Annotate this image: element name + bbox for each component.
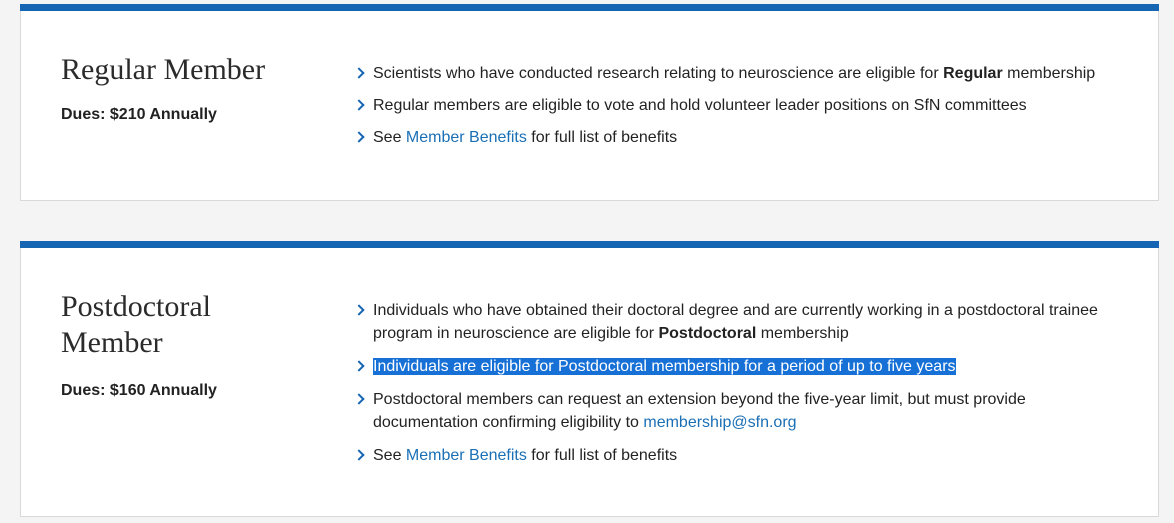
regular-member-bullets: Scientists who have conducted research r… [353, 62, 1115, 149]
membership-email-link[interactable]: membership@sfn.org [643, 414, 796, 431]
chevron-right-icon [353, 131, 365, 143]
bullet-bold-text: Postdoctoral [658, 325, 757, 342]
chevron-right-icon [353, 449, 365, 461]
list-item: See Member Benefits for full list of ben… [353, 126, 1115, 149]
title-line: Postdoctoral [61, 290, 211, 323]
postdoctoral-member-bullets: Individuals who have obtained their doct… [353, 299, 1115, 467]
list-item: Individuals who have obtained their doct… [353, 299, 1115, 345]
regular-member-title: Regular Member [61, 53, 266, 86]
chevron-right-icon [353, 99, 365, 111]
list-item: Regular members are eligible to vote and… [353, 94, 1115, 117]
postdoctoral-member-dues: Dues: $160 Annually [61, 382, 217, 399]
card-accent-bar [20, 241, 1159, 248]
list-item: See Member Benefits for full list of ben… [353, 444, 1115, 467]
list-item: Scientists who have conducted research r… [353, 62, 1115, 85]
bullet-text: membership [1002, 65, 1096, 82]
postdoctoral-member-header: Postdoctoral Member Dues: $160 Annually [61, 289, 321, 400]
bullet-text: for full list of benefits [526, 447, 678, 464]
regular-member-card: Regular Member Dues: $210 Annually Scien… [20, 4, 1159, 201]
chevron-right-icon [353, 360, 365, 372]
title-line: Member [61, 326, 163, 359]
member-benefits-link[interactable]: Member Benefits [406, 447, 527, 464]
chevron-right-icon [353, 67, 365, 79]
regular-member-header: Regular Member Dues: $210 Annually [61, 52, 321, 124]
chevron-right-icon [353, 304, 365, 316]
bullet-text: membership [756, 325, 849, 342]
list-item: Postdoctoral members can request an exte… [353, 388, 1115, 434]
bullet-text: See [373, 447, 406, 464]
selected-bullet-text: Individuals are eligible for Postdoctora… [373, 358, 956, 375]
bullet-text: for full list of benefits [526, 129, 678, 146]
member-benefits-link[interactable]: Member Benefits [406, 129, 527, 146]
bullet-text: Scientists who have conducted research r… [373, 65, 944, 82]
regular-member-dues: Dues: $210 Annually [61, 106, 217, 123]
chevron-right-icon [353, 393, 365, 405]
card-accent-bar [20, 4, 1159, 11]
list-item: Individuals are eligible for Postdoctora… [353, 355, 1115, 378]
bullet-bold-text: Regular [943, 65, 1003, 82]
postdoctoral-member-card: Postdoctoral Member Dues: $160 Annually … [20, 241, 1159, 517]
bullet-text: Regular members are eligible to vote and… [373, 97, 1027, 114]
bullet-text: See [373, 129, 406, 146]
postdoctoral-member-title: Postdoctoral Member [61, 289, 321, 361]
